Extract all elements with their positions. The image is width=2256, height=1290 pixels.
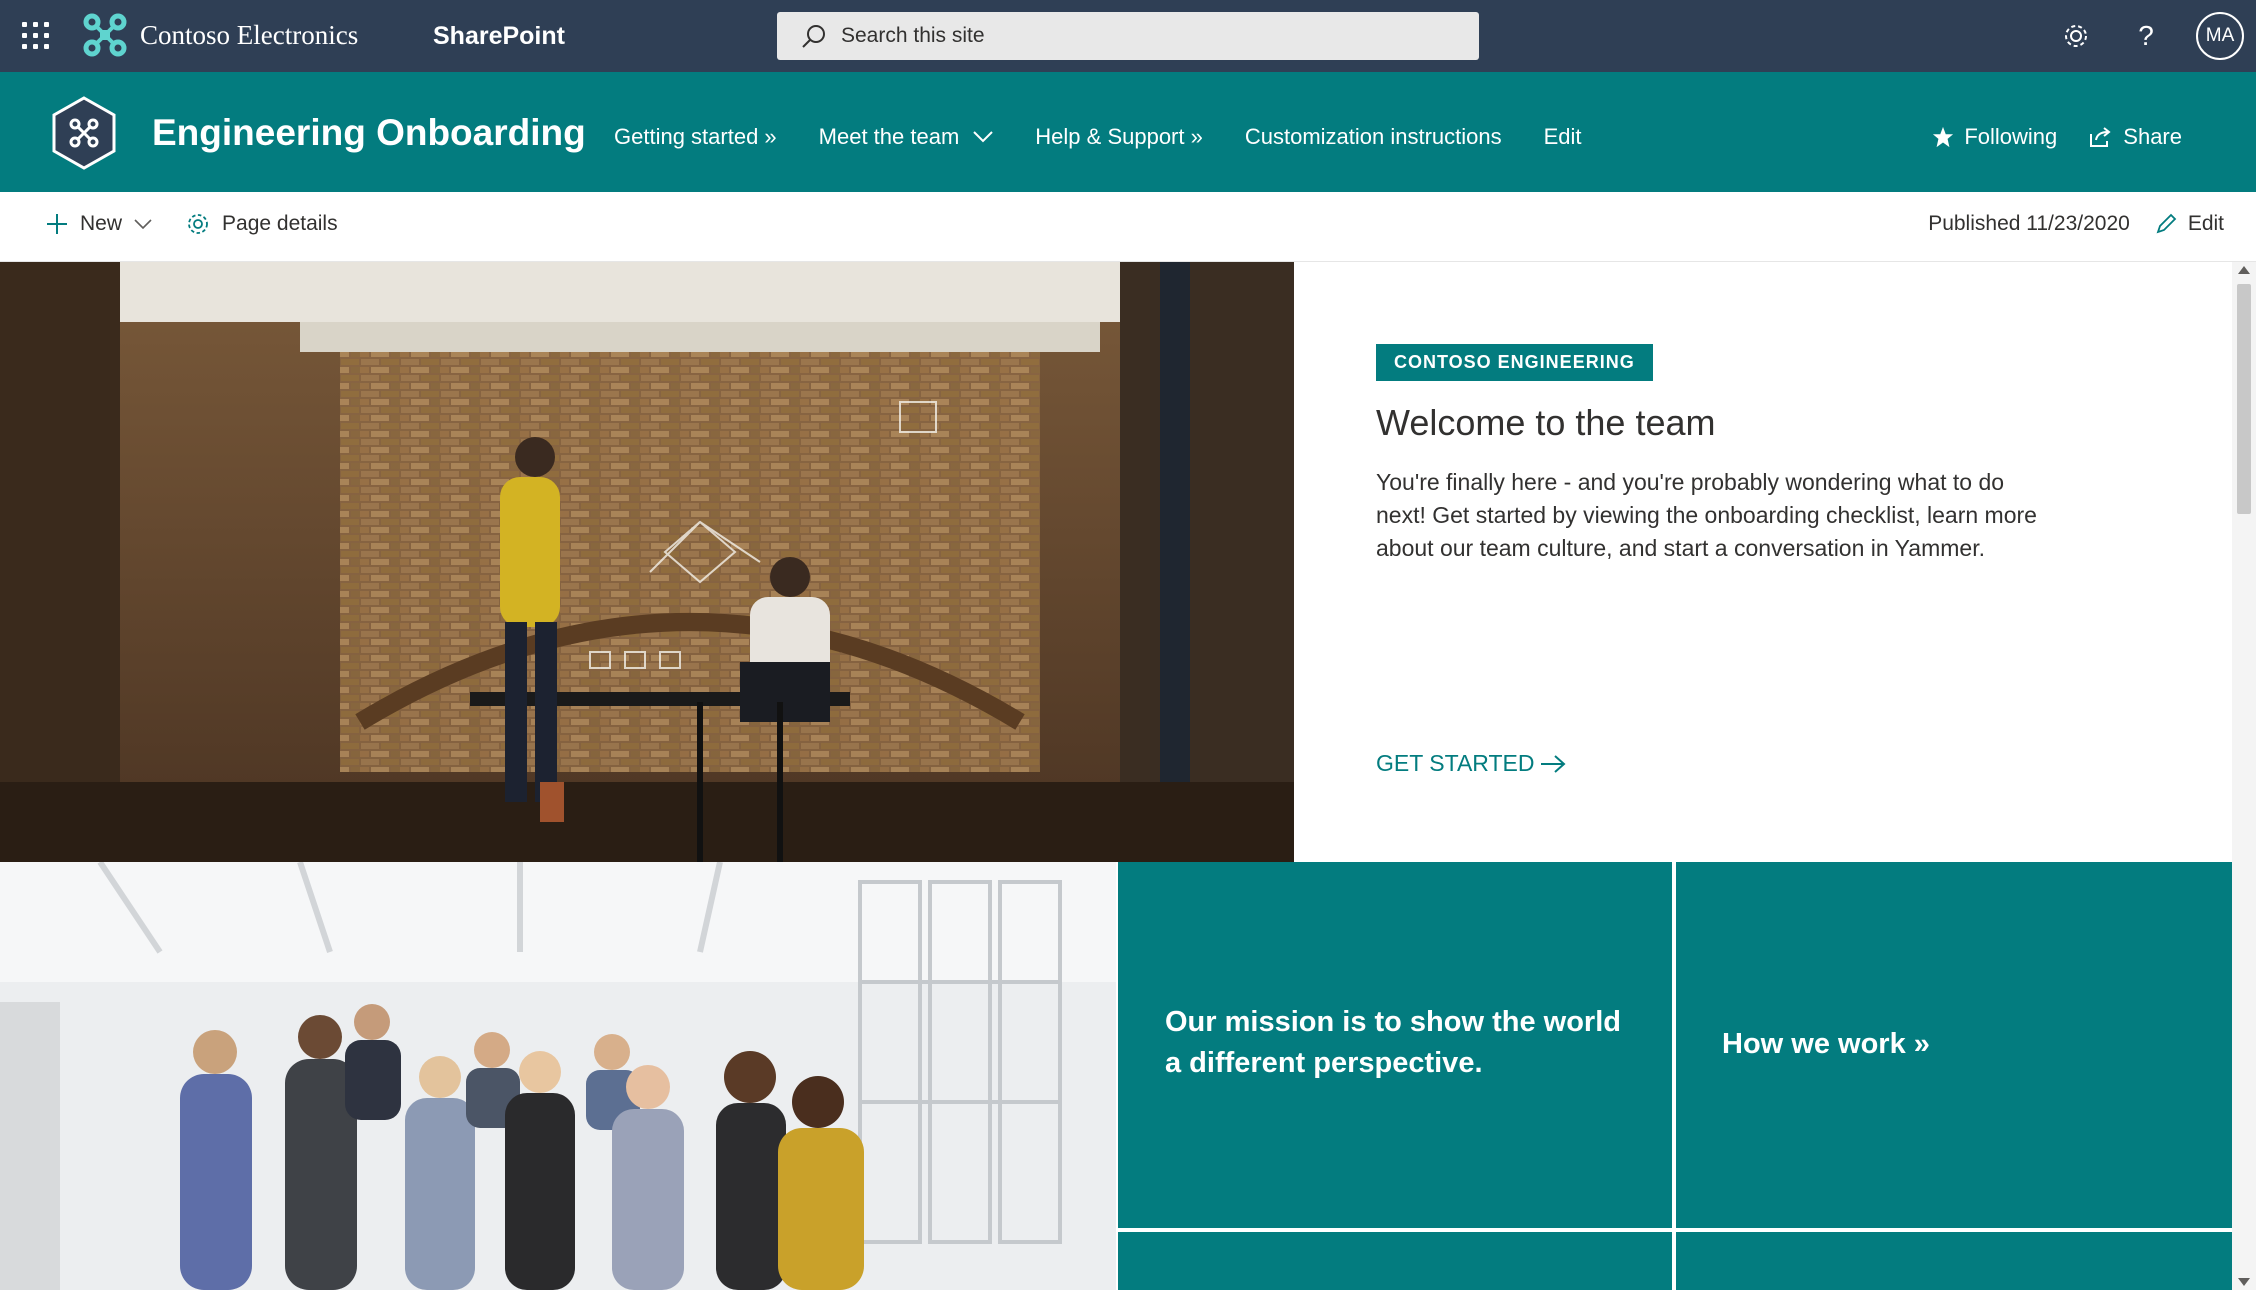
star-icon	[1933, 126, 1954, 148]
edit-label: Edit	[2187, 212, 2224, 235]
app-name[interactable]: SharePoint	[433, 22, 565, 51]
header-actions: Following Share	[1900, 124, 2182, 150]
share-icon	[2090, 127, 2111, 147]
app-launcher-icon[interactable]	[22, 22, 50, 50]
org-logo[interactable]	[82, 12, 128, 58]
scroll-up-icon[interactable]	[2238, 266, 2250, 274]
published-status: Published 11/23/2020	[1928, 212, 2130, 235]
nav-label: Help & Support »	[1035, 124, 1203, 149]
arrow-right-icon	[1541, 754, 1566, 773]
nav-item-customization[interactable]: Customization instructions	[1245, 124, 1502, 150]
site-title[interactable]: Engineering Onboarding	[152, 112, 586, 154]
following-label: Following	[1964, 124, 2058, 149]
search-icon	[802, 25, 825, 48]
category-tag: CONTOSO ENGINEERING	[1376, 344, 1653, 381]
chevron-down-icon	[134, 219, 152, 229]
nav-label: Customization instructions	[1244, 124, 1502, 149]
mission-text: Our mission is to show the world a diffe…	[1165, 1006, 1621, 1079]
page-details-button[interactable]: Page details	[186, 212, 338, 236]
pencil-icon	[2156, 213, 2177, 234]
search-input[interactable]	[841, 24, 1441, 48]
nav-label: Meet the team	[818, 124, 960, 149]
nav-item-edit[interactable]: Edit	[1544, 124, 1582, 150]
hero-description: You're finally here - and you're probabl…	[1376, 469, 2037, 561]
hero-text-panel: CONTOSO ENGINEERING Welcome to the team …	[1294, 262, 2232, 862]
plus-icon	[47, 214, 67, 234]
nav-item-getting-started[interactable]: Getting started »	[614, 124, 777, 150]
gear-icon[interactable]	[2058, 18, 2094, 54]
nav-label: Edit	[1543, 124, 1582, 149]
site-logo[interactable]	[50, 96, 118, 170]
new-label: New	[80, 212, 123, 235]
tile-lower-right[interactable]	[1676, 1232, 2232, 1290]
page-details-label: Page details	[222, 212, 338, 235]
avatar[interactable]: MA	[2196, 12, 2244, 60]
hero-image[interactable]	[0, 262, 1294, 862]
edit-page-button[interactable]: Edit	[2154, 212, 2224, 236]
suite-bar: Contoso Electronics SharePoint ? MA	[0, 0, 2256, 72]
hero-title: Welcome to the team	[1376, 402, 1716, 443]
top-navigation: Getting started » Meet the team Help & S…	[614, 124, 1624, 150]
how-we-work-tile[interactable]: How we work »	[1676, 862, 2232, 1228]
gear-icon	[188, 214, 208, 234]
search-box[interactable]	[777, 12, 1479, 60]
scroll-down-icon[interactable]	[2238, 1278, 2250, 1286]
mission-tile[interactable]: Our mission is to show the world a diffe…	[1118, 862, 1672, 1228]
following-button[interactable]: Following	[1932, 124, 2057, 150]
new-button[interactable]: New	[46, 212, 164, 236]
org-name[interactable]: Contoso Electronics	[140, 20, 358, 51]
tile-lower-left[interactable]	[1118, 1232, 1672, 1290]
page-scrollbar[interactable]	[2232, 262, 2256, 1290]
help-question-icon[interactable]: ?	[2128, 18, 2164, 54]
site-header: Engineering Onboarding Getting started »…	[0, 72, 2256, 192]
share-button[interactable]: Share	[2089, 124, 2182, 150]
chevron-down-icon	[973, 131, 994, 143]
team-photo[interactable]	[0, 862, 1116, 1290]
scroll-thumb[interactable]	[2237, 284, 2251, 514]
how-we-work-text: How we work »	[1722, 1028, 1930, 1060]
nav-item-meet-the-team[interactable]: Meet the team	[819, 124, 994, 150]
nav-item-help-support[interactable]: Help & Support »	[1035, 124, 1203, 150]
cta-label: GET STARTED	[1376, 750, 1535, 776]
nav-label: Getting started »	[614, 124, 777, 149]
command-bar: New Page details Published 11/23/2020 Ed…	[0, 192, 2256, 262]
share-label: Share	[2123, 124, 2182, 149]
get-started-link[interactable]: GET STARTED	[1376, 750, 1566, 777]
